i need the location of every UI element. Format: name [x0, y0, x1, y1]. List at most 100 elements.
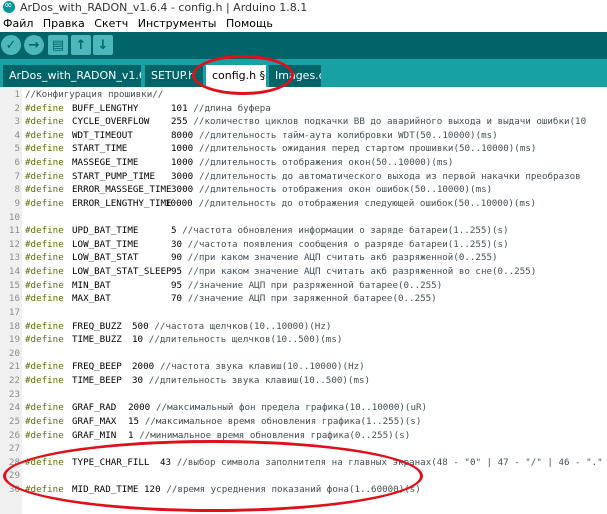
- code-comment: //при каком значение АЦП считать акб раз…: [187, 252, 498, 264]
- code-line: 19 #define TIME_BUZZ 10 //длительность щелчк…: [0, 333, 607, 346]
- line-number: 25: [8, 415, 20, 427]
- code-line: 2 #define BUFF_LENGTHY 101 //длина буфера: [0, 102, 607, 115]
- window-title: ArDos_with_RADON_v1.6.4 - config.h | Ard…: [20, 1, 308, 14]
- line-number: 9: [14, 197, 20, 209]
- line-number: 30: [8, 483, 20, 495]
- tab-main-sketch[interactable]: ArDos_with_RADON_v1.6.4: [3, 65, 141, 87]
- define-keyword: #define: [25, 375, 64, 387]
- code-line: 10: [0, 211, 607, 224]
- line-number: 5: [14, 143, 20, 155]
- line-number: 23: [8, 388, 20, 400]
- line-number: 2: [14, 102, 20, 114]
- code-line: 12 #define LOW_BAT_TIME 30 //частота появлен…: [0, 238, 607, 251]
- code-line: 3 #define CYCLE_OVERFLOW 255 //количество ци…: [0, 115, 607, 128]
- macro-name: FREQ_BEEP: [72, 361, 122, 373]
- code-comment: //длина буфера: [193, 102, 271, 114]
- code-comment: //значение АЦП при заряженной батарее(0.…: [187, 293, 437, 305]
- macro-value: 255: [171, 116, 188, 128]
- menu-bar: Файл Правка Скетч Инструменты Помощь: [0, 15, 607, 32]
- macro-value: 70: [171, 293, 183, 305]
- code-line: 11 #define UPD_BAT_TIME 5 //частота обновлен…: [0, 224, 607, 237]
- menu-sketch[interactable]: Скетч: [91, 15, 131, 32]
- code-line: 4 #define WDT_TIMEOUT 8000 //длительность та…: [0, 129, 607, 142]
- new-file-icon: ▤: [51, 37, 65, 53]
- code-line: 20: [0, 347, 607, 360]
- define-keyword: #define: [25, 102, 64, 114]
- code-comment: //количество циклов подкачки ВВ до авари…: [193, 116, 587, 128]
- line-number: 29: [8, 470, 20, 482]
- code-comment: //частота обновления информации о заряде…: [182, 225, 509, 237]
- line-number: 6: [14, 157, 20, 169]
- line-number: 3: [14, 116, 20, 128]
- define-keyword: #define: [25, 143, 64, 155]
- macro-value: 2000: [128, 402, 151, 414]
- code-line: 13 #define LOW_BAT_STAT 90 //при каком значе…: [0, 251, 607, 264]
- code-comment: //длительность до автоматического выхода…: [199, 170, 581, 182]
- define-keyword: #define: [25, 116, 64, 128]
- code-comment: //выбор символа заполнителя на главных э…: [176, 456, 603, 468]
- arrow-right-icon: →: [28, 37, 40, 53]
- macro-value: 1000: [171, 143, 194, 155]
- line-number: 8: [14, 184, 20, 196]
- save-button[interactable]: ↓: [93, 35, 113, 55]
- macro-name: LOW_BAT_STAT: [72, 252, 139, 264]
- code-line: 5 #define START_TIME 1000 //длительность ожи…: [0, 142, 607, 155]
- code-editor[interactable]: 1 //Конфигурация прошивки// 2 #define BUFF_L…: [0, 87, 607, 514]
- code-line: 8 #define ERROR_MASSEGE_TIME 3000 //длительн…: [0, 183, 607, 196]
- code-line: 9 #define ERROR_LENGTHY_TIME 10000 //длитель…: [0, 197, 607, 210]
- define-keyword: #define: [25, 157, 64, 169]
- menu-file[interactable]: Файл: [0, 15, 36, 32]
- line-number: 12: [8, 238, 20, 250]
- code-line: 14 #define LOW_BAT_STAT_SLEEP 95 //при каком…: [0, 265, 607, 278]
- macro-value: 30: [171, 238, 183, 250]
- menu-tools[interactable]: Инструменты: [135, 15, 220, 32]
- tab-bar: ArDos_with_RADON_v1.6.4 SETUP.h config.h…: [0, 59, 607, 87]
- define-keyword: #define: [25, 320, 64, 332]
- macro-value: 30: [132, 375, 144, 387]
- line-number: 17: [8, 306, 20, 318]
- menu-edit[interactable]: Правка: [40, 15, 88, 32]
- define-keyword: #define: [25, 225, 64, 237]
- macro-value: 3000: [171, 170, 194, 182]
- code-line: 21 #define FREQ_BEEP 2000 //частота звука кл…: [0, 360, 607, 373]
- code-line: 17: [0, 306, 607, 319]
- line-number: 27: [8, 443, 20, 455]
- line-number: 26: [8, 429, 20, 441]
- macro-value: 101: [171, 102, 188, 114]
- line-number: 24: [8, 402, 20, 414]
- code-comment: //максимальное время обновления графика(…: [144, 415, 422, 427]
- code-comment: //длительность до отображения следующей …: [198, 197, 537, 209]
- macro-name: WDT_TIMEOUT: [72, 129, 133, 141]
- upload-button[interactable]: →: [24, 35, 44, 55]
- define-keyword: #define: [25, 415, 64, 427]
- define-keyword: #define: [25, 129, 64, 141]
- new-button[interactable]: ▤: [48, 35, 68, 55]
- code-comment: //время усреднения показаний фона(1..600…: [166, 483, 421, 495]
- open-button[interactable]: ↑: [71, 35, 91, 55]
- menu-help[interactable]: Помощь: [223, 15, 276, 32]
- macro-value: 500: [132, 320, 149, 332]
- tab-setup[interactable]: SETUP.h: [145, 65, 203, 87]
- code-line: 16 #define MAX_BAT 70 //значение АЦП при зар…: [0, 292, 607, 305]
- code-line: 27: [0, 442, 607, 455]
- tab-images[interactable]: Images.c: [269, 65, 321, 87]
- define-keyword: #define: [25, 184, 64, 196]
- code-comment: //частота щелчков(10..10000)(Hz): [154, 320, 332, 332]
- macro-name: START_PUMP_TIME: [72, 170, 155, 182]
- define-keyword: #define: [25, 456, 64, 468]
- macro-name: UPD_BAT_TIME: [72, 225, 139, 237]
- line-number: 1: [14, 89, 20, 100]
- macro-name: FREQ_BUZZ: [72, 320, 122, 332]
- macro-name: ERROR_LENGTHY_TIME: [72, 197, 172, 209]
- line-number: 15: [8, 279, 20, 291]
- macro-name: LOW_BAT_TIME: [72, 238, 139, 250]
- macro-name: ERROR_MASSEGE_TIME: [72, 184, 172, 196]
- macro-value: 5: [171, 225, 177, 237]
- macro-name: TIME_BEEP: [72, 375, 122, 387]
- code-line: 26 #define GRAF_MIN 1 //минимальное время об…: [0, 429, 607, 442]
- line-number: 21: [8, 361, 20, 373]
- verify-button[interactable]: ✓: [1, 35, 21, 55]
- line-number: 28: [8, 456, 20, 468]
- tab-config[interactable]: config.h §: [206, 65, 266, 87]
- define-keyword: #define: [25, 334, 64, 346]
